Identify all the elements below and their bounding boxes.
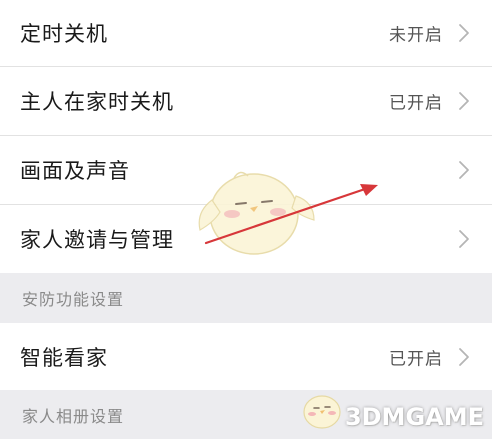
section-title: 家人相册设置 [22,406,125,426]
settings-row-smart-home-watch[interactable]: 智能看家 已开启 [0,323,492,390]
row-label: 定时关机 [20,22,108,46]
row-label: 家人邀请与管理 [20,228,174,252]
settings-row-picture-and-sound[interactable]: 画面及声音 [0,136,492,205]
chevron-right-icon [459,161,469,179]
row-label: 智能看家 [20,345,108,370]
chevron-right-icon [459,347,469,366]
settings-row-scheduled-shutdown[interactable]: 定时关机 未开启 [0,0,492,67]
section-header-security: 安防功能设置 [0,273,492,323]
settings-row-family-invite-management[interactable]: 家人邀请与管理 [0,205,492,273]
row-status-value: 未开启 [389,25,443,46]
watermark-text: 3DMGAME [344,403,484,431]
chevron-right-icon [459,24,469,42]
row-status-value: 已开启 [389,349,443,369]
row-status-value: 已开启 [389,93,443,114]
row-label: 主人在家时关机 [20,90,174,114]
watermark-logo: 3DMGAME [345,399,484,435]
chevron-right-icon [459,230,469,248]
settings-row-shutdown-when-home[interactable]: 主人在家时关机 已开启 [0,67,492,136]
section-title: 安防功能设置 [22,290,125,309]
chevron-right-icon [459,92,469,110]
row-label: 画面及声音 [20,159,130,183]
